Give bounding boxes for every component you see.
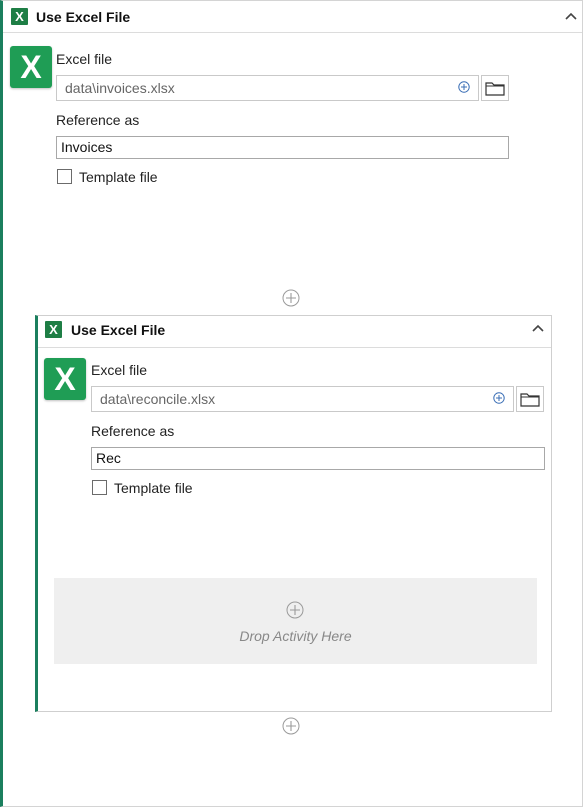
nested-activity-header[interactable]: X Use Excel File — [38, 316, 551, 348]
add-activity-icon[interactable] — [286, 601, 304, 619]
excel-file-value: data\reconcile.xlsx — [100, 391, 216, 407]
excel-file-field[interactable]: data\reconcile.xlsx — [91, 386, 514, 412]
activity-header[interactable]: X Use Excel File — [3, 1, 582, 33]
folder-icon — [520, 393, 540, 407]
excel-file-label: Excel file — [91, 362, 148, 378]
folder-icon — [485, 82, 505, 96]
drop-activity-zone[interactable]: Drop Activity Here — [54, 578, 537, 664]
browse-button[interactable] — [481, 75, 509, 101]
plus-circle-icon[interactable] — [458, 81, 470, 93]
template-file-label: Template file — [79, 169, 158, 185]
reference-as-label: Reference as — [56, 112, 140, 128]
nested-activity-title: Use Excel File — [71, 322, 166, 338]
reference-as-input[interactable]: Rec — [91, 447, 545, 470]
excel-file-value: data\invoices.xlsx — [65, 80, 175, 96]
use-excel-file-activity[interactable]: X Use Excel File X Excel file data\invoi… — [0, 0, 583, 807]
reference-as-label: Reference as — [91, 423, 175, 439]
template-file-checkbox[interactable] — [92, 480, 107, 495]
drop-activity-text: Drop Activity Here — [239, 628, 352, 644]
activity-title: Use Excel File — [36, 9, 131, 25]
template-file-label: Template file — [114, 480, 193, 496]
excel-file-field[interactable]: data\invoices.xlsx — [56, 75, 479, 101]
reference-as-input[interactable]: Invoices — [56, 136, 509, 159]
add-activity-icon[interactable] — [282, 289, 300, 307]
excel-icon: X — [10, 46, 52, 88]
excel-badge-icon: X — [11, 8, 28, 25]
browse-button[interactable] — [516, 386, 544, 412]
excel-file-label: Excel file — [56, 51, 113, 67]
chevron-up-icon[interactable] — [531, 322, 545, 336]
chevron-up-icon[interactable] — [564, 10, 578, 24]
plus-circle-icon[interactable] — [493, 392, 505, 404]
template-file-checkbox[interactable] — [57, 169, 72, 184]
excel-icon: X — [44, 358, 86, 400]
add-activity-icon[interactable] — [282, 717, 300, 735]
nested-use-excel-file-activity[interactable]: X Use Excel File X Excel file data\recon… — [35, 315, 552, 712]
excel-badge-icon: X — [45, 321, 62, 338]
